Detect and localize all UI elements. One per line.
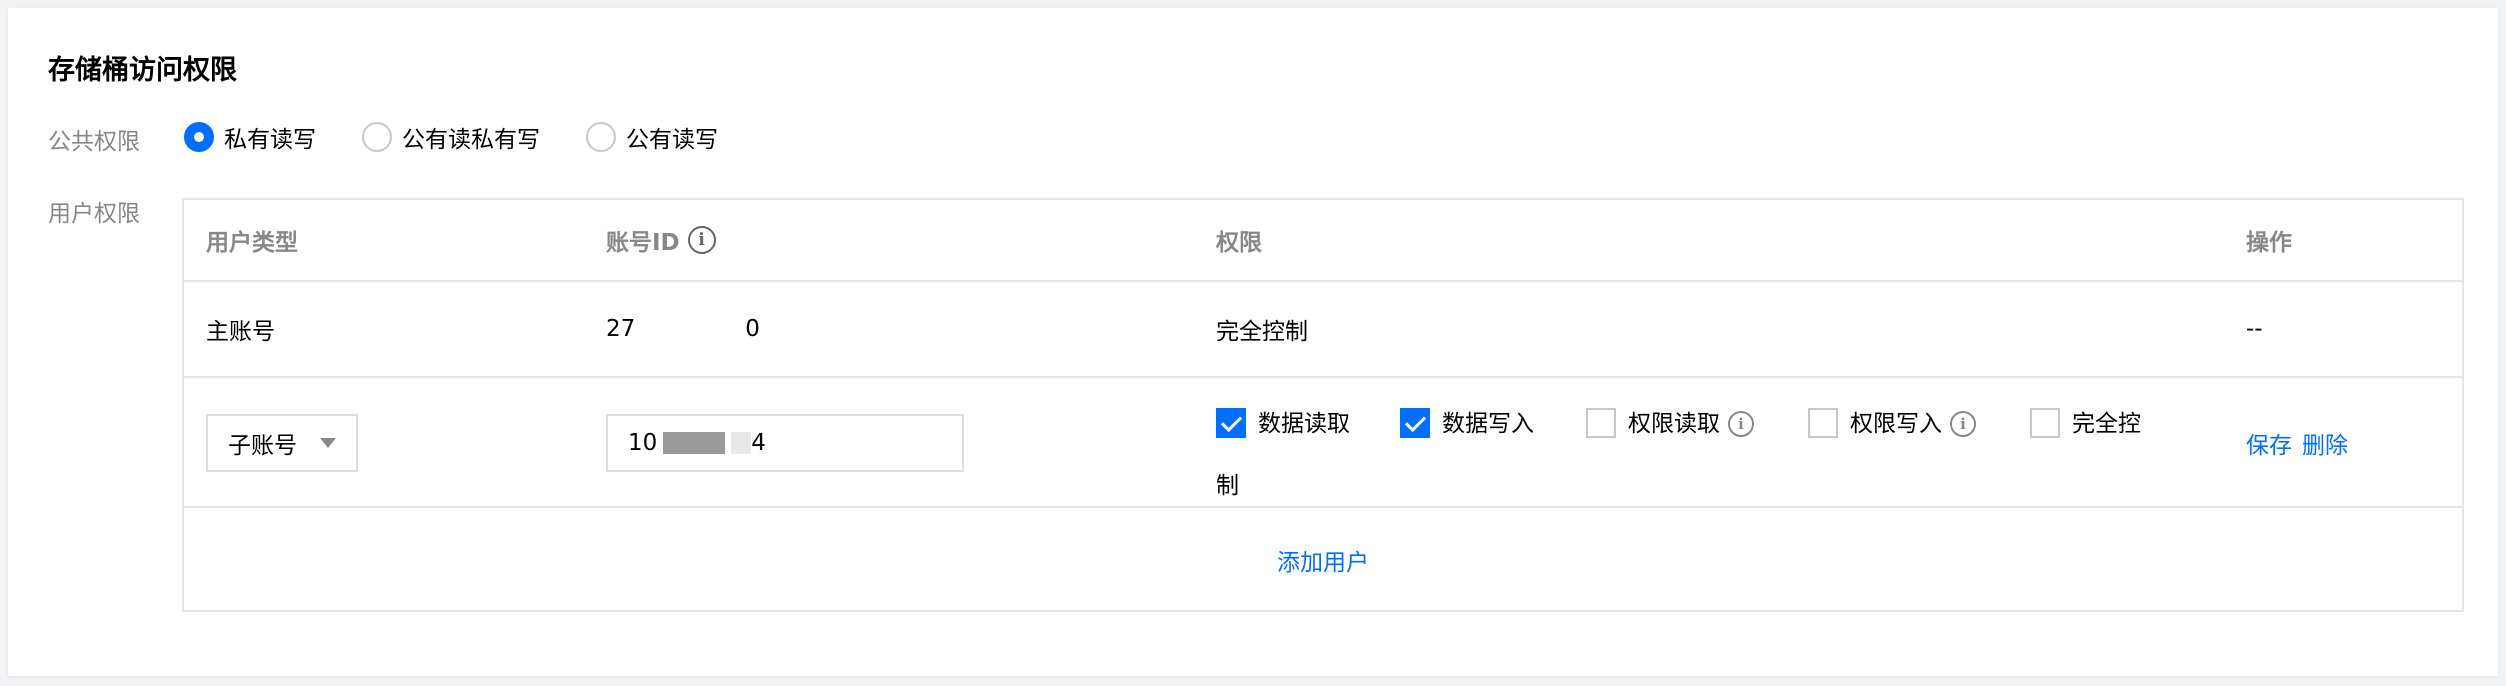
main-account-permission: 完全控制 [1216,319,1308,345]
radio-private-read-write[interactable]: 私有读写 [184,120,316,154]
page-title: 存储桶访问权限 [48,55,237,86]
table-header-row: 用户类型 账号ID i 权限 操作 [184,200,2462,282]
checkbox-label-wrap: 权限写入 i [1850,408,1976,440]
public-permission-label: 公共权限 [48,129,140,155]
header-account-id: 账号ID i [606,200,716,280]
checkbox-label: 完全控 [2072,411,2141,437]
header-permission: 权限 [1216,230,1262,256]
header-account-id-label: 账号ID [606,230,680,256]
bucket-permission-panel: 存储桶访问权限 公共权限 私有读写 公有读私有写 公有读写 用户权限 用户类型 … [8,8,2498,676]
checkbox-unchecked[interactable] [1808,408,1838,438]
user-permission-label: 用户权限 [48,201,140,227]
radio-label: 私有读写 [224,127,316,153]
table-row-add-user: 添加用户 [184,508,2462,612]
radio-dot[interactable] [586,122,616,152]
account-id-input[interactable]: 10 4 [606,414,964,472]
wrapped-label-text: 制 [1216,473,1239,499]
checkbox-label: 权限读取 [1628,411,1720,437]
checkbox-acl-read[interactable]: 权限读取 i [1586,408,1754,440]
info-icon[interactable]: i [1728,411,1754,437]
redaction-block [663,432,726,454]
row-actions: 保存 删除 [2246,378,2358,508]
main-account-actions: -- [2246,316,2263,342]
checkbox-label: 数据读取 [1258,411,1350,437]
account-id-prefix: 27 [606,316,636,342]
save-button[interactable]: 保存 [2246,426,2292,460]
header-user-type: 用户类型 [206,230,298,256]
radio-dot[interactable] [362,122,392,152]
checkbox-label: 数据写入 [1442,411,1534,437]
checkbox-checked[interactable] [1400,408,1430,438]
radio-public-read-private-write[interactable]: 公有读私有写 [362,120,540,154]
info-icon[interactable]: i [687,226,716,254]
delete-button[interactable]: 删除 [2302,426,2348,460]
checkbox-unchecked[interactable] [1586,408,1616,438]
user-permission-table: 用户类型 账号ID i 权限 操作 主账号 27 0 完全控制 -- 子账号 1… [182,198,2464,612]
public-permission-radio-group: 私有读写 公有读私有写 公有读写 [184,120,764,154]
permission-checkbox-group: 数据读取 数据写入 权限读取 i 权限写入 i 完全控 [1216,408,2216,498]
checkbox-data-read[interactable]: 数据读取 [1216,408,1350,440]
radio-dot-checked[interactable] [184,122,214,152]
add-user-container: 添加用户 [184,508,2462,612]
user-type-selected: 子账号 [228,433,297,459]
main-account-id: 27 0 [606,282,760,376]
info-icon[interactable]: i [1950,411,1976,437]
redaction-block-light [731,432,752,454]
checkbox-data-write[interactable]: 数据写入 [1400,408,1534,440]
checkbox-unchecked[interactable] [2030,408,2060,438]
radio-public-read-write[interactable]: 公有读写 [586,120,718,154]
checkbox-checked[interactable] [1216,408,1246,438]
checkbox-acl-write[interactable]: 权限写入 i [1808,408,1976,440]
add-user-button[interactable]: 添加用户 [1277,543,1369,577]
checkbox-full-control[interactable]: 完全控 [2030,408,2141,440]
account-id-prefix: 10 [628,430,658,456]
chevron-down-icon [320,438,336,448]
main-account-type: 主账号 [206,319,275,345]
checkbox-label-wrap: 权限读取 i [1628,408,1754,440]
checkbox-label: 权限写入 [1850,411,1942,437]
table-row-main-account: 主账号 27 0 完全控制 -- [184,282,2462,378]
header-actions: 操作 [2246,230,2292,256]
radio-label: 公有读私有写 [402,127,540,153]
account-id-suffix: 0 [745,316,760,342]
table-row-sub-account: 子账号 10 4 数据读取 数据写入 权限读取 i 权限写入 i 完全控 制 保… [184,378,2462,508]
account-id-suffix: 4 [751,430,766,456]
radio-label: 公有读写 [626,127,718,153]
user-type-select[interactable]: 子账号 [206,414,358,472]
